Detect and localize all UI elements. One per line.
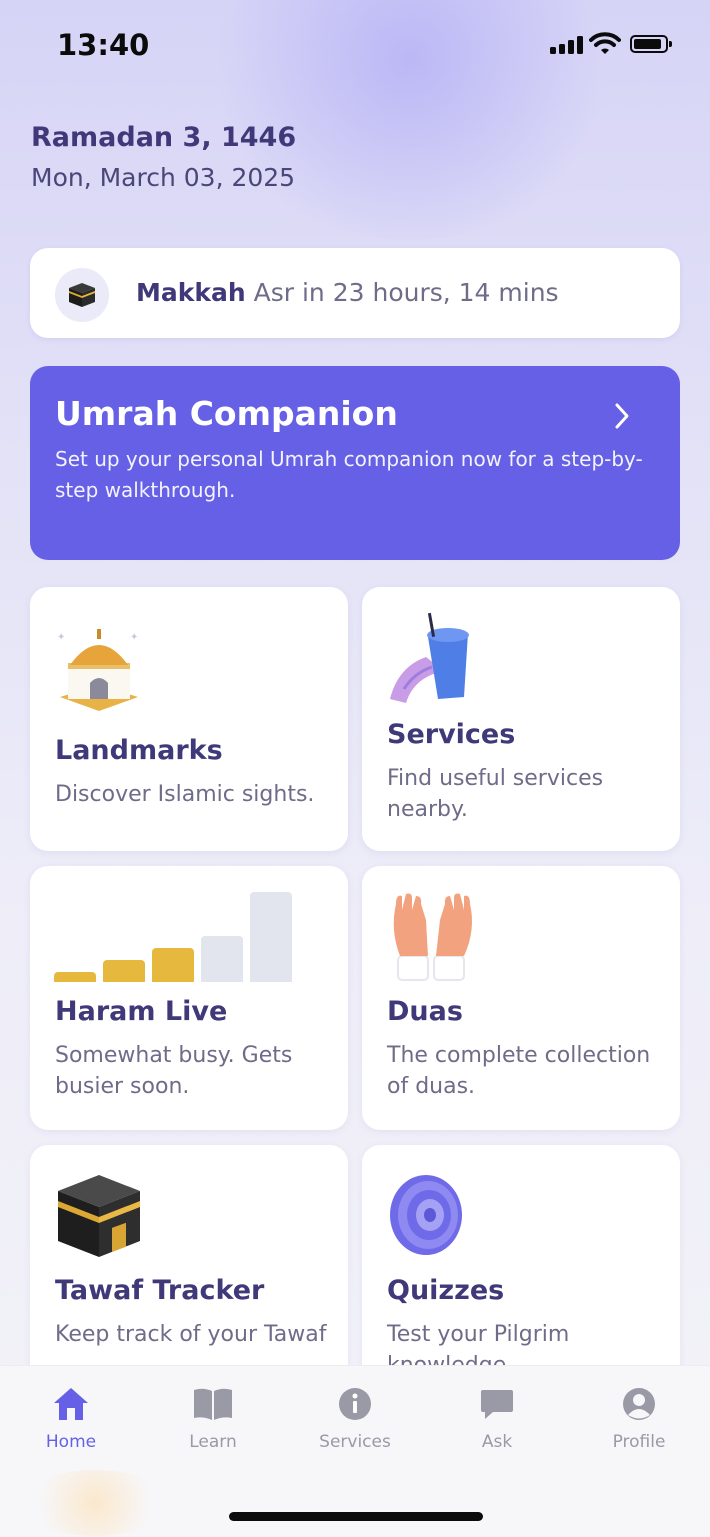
tile-description: Discover Islamic sights. [55,782,315,807]
umrah-description: Set up your personal Umrah companion now… [55,447,643,502]
home-icon [54,1388,88,1420]
busyness-bar [201,936,243,982]
busyness-bar [250,892,292,982]
home-indicator [229,1512,483,1521]
tab-label: Services [319,1432,391,1452]
profile-icon [623,1388,655,1420]
status-bar: 13:40 [0,0,710,90]
praying-hands-icon [393,893,472,981]
tab-label: Ask [481,1432,513,1452]
svg-text:✦: ✦ [57,632,65,643]
tab-services[interactable]: Services [300,1386,410,1452]
tile-title: Duas [387,996,463,1027]
tile-title: Landmarks [55,735,223,766]
tile-title: Haram Live [55,996,228,1027]
prayer-countdown: Makkah Asr in 23 hours, 14 mins [136,278,559,307]
drink-cup-icon [390,612,469,703]
tab-ask[interactable]: Ask [442,1386,552,1452]
tile-description: Keep track of your Tawaf [55,1322,327,1347]
next-prayer-time: Asr in 23 hours, 14 mins [253,278,559,307]
umrah-title: Umrah Companion [55,394,398,433]
target-icon [390,1175,462,1255]
busyness-bar [54,972,96,982]
kaaba-avatar [55,268,109,322]
tab-profile[interactable]: Profile [584,1386,694,1452]
prayer-city: Makkah [136,278,246,307]
tile-title: Tawaf Tracker [55,1275,265,1306]
crowd-bars-icon [54,890,294,982]
svg-text:✦: ✦ [130,632,138,643]
gregorian-date: Mon, March 03, 2025 [31,163,296,192]
tile-haram-live[interactable]: Haram Live Somewhat busy. Gets busier so… [30,866,348,1130]
chat-icon [481,1390,513,1419]
battery-icon [630,35,672,53]
tab-label: Profile [612,1432,666,1452]
status-time: 13:40 [57,28,150,62]
umrah-companion-banner[interactable]: Umrah Companion Set up your personal Umr… [30,366,680,560]
book-icon [194,1388,232,1420]
tab-home[interactable]: Home [16,1386,126,1452]
hijri-date: Ramadan 3, 1446 [31,122,297,153]
tile-title: Services [387,719,516,750]
next-prayer-card[interactable]: Makkah Asr in 23 hours, 14 mins [30,248,680,338]
info-icon [339,1388,371,1420]
mosque-icon: ✦ ✦ [57,629,138,711]
background-blob [20,1470,170,1536]
tile-duas[interactable]: Duas The complete collection of duas. [362,866,680,1130]
tab-label: Home [45,1432,97,1452]
kaaba-icon [69,283,95,307]
wifi-icon [589,32,621,54]
chevron-right-icon [615,403,629,429]
tab-label: Learn [189,1432,237,1452]
tab-learn[interactable]: Learn [158,1386,268,1452]
tile-description: The complete collection of duas. [387,1043,651,1099]
tile-description: Find useful services nearby. [387,766,604,822]
tile-description: Somewhat busy. Gets busier soon. [55,1043,293,1099]
kaaba-icon [58,1175,140,1257]
busyness-bar [152,948,194,982]
tile-services[interactable]: Services Find useful services nearby. [362,587,680,851]
tile-title: Quizzes [387,1275,505,1306]
busyness-bar [103,960,145,982]
tile-landmarks[interactable]: ✦ ✦ Landmarks Discover Islamic sights. [30,587,348,851]
